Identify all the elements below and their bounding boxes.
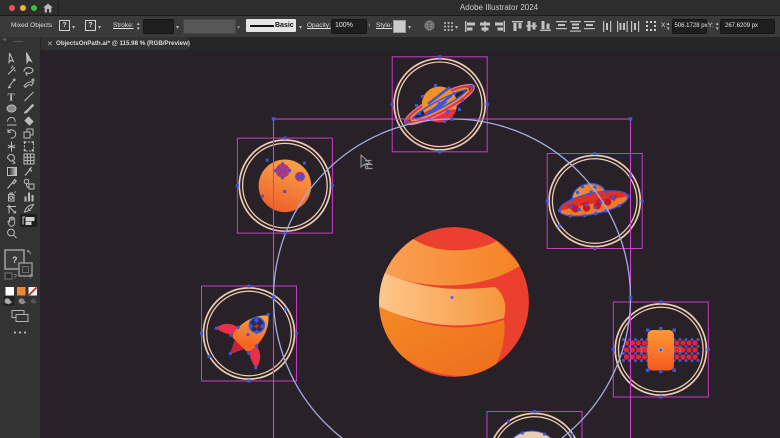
svg-text:T: T xyxy=(8,92,16,104)
svg-text:?: ? xyxy=(12,255,18,265)
svg-text:?: ? xyxy=(14,275,18,281)
